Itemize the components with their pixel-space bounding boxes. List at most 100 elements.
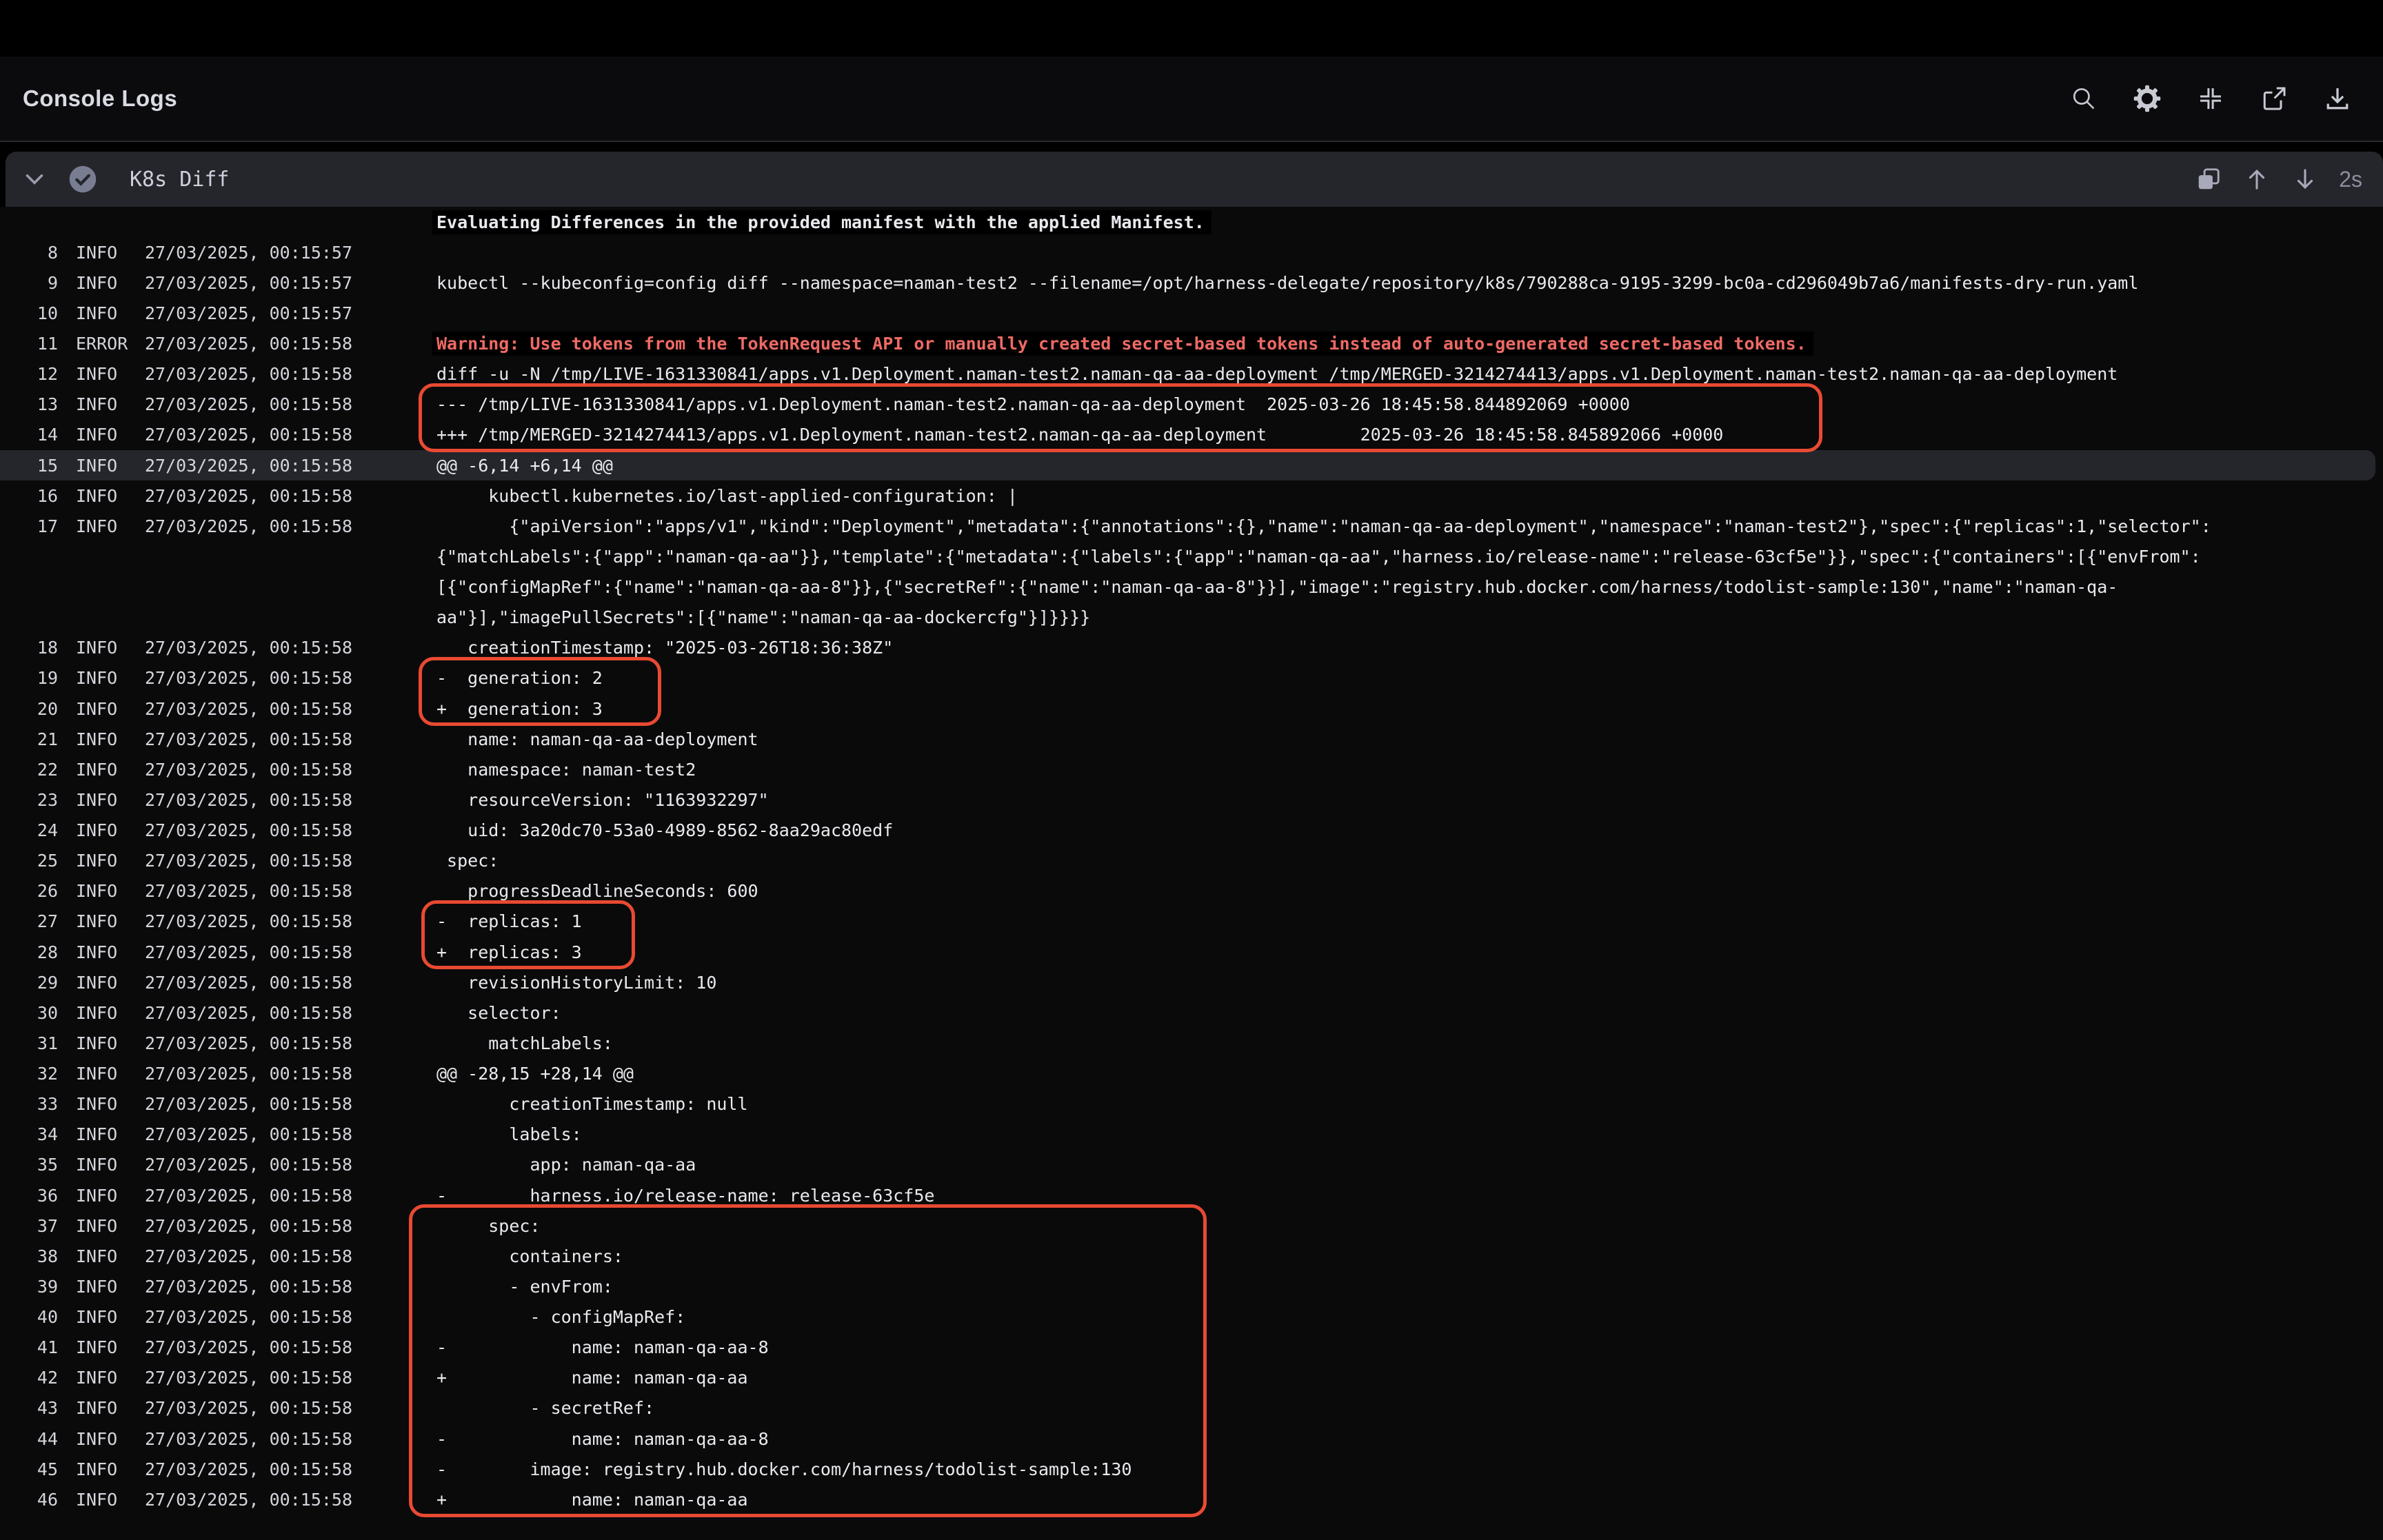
- log-level: INFO: [76, 1429, 145, 1449]
- log-row[interactable]: 46INFO27/03/2025, 00:15:58+ name: naman-…: [0, 1484, 2383, 1514]
- log-level: INFO: [76, 820, 145, 840]
- log-row[interactable]: aa"}],"imagePullSecrets":[{"name":"naman…: [0, 602, 2383, 633]
- log-line-number: 18: [0, 638, 58, 658]
- log-level: INFO: [76, 516, 145, 536]
- log-row[interactable]: 31INFO27/03/2025, 00:15:58 matchLabels:: [0, 1028, 2383, 1058]
- log-row[interactable]: 20INFO27/03/2025, 00:15:58+ generation: …: [0, 693, 2383, 724]
- log-row[interactable]: 25INFO27/03/2025, 00:15:58 spec:: [0, 846, 2383, 876]
- log-row[interactable]: 33INFO27/03/2025, 00:15:58 creationTimes…: [0, 1089, 2383, 1119]
- log-row[interactable]: 12INFO27/03/2025, 00:15:58diff -u -N /tm…: [0, 359, 2383, 389]
- log-timestamp: 27/03/2025, 00:15:58: [145, 1337, 436, 1357]
- log-message: - configMapRef:: [436, 1307, 685, 1327]
- log-row[interactable]: 34INFO27/03/2025, 00:15:58 labels:: [0, 1119, 2383, 1150]
- log-line-number: 38: [0, 1246, 58, 1266]
- log-row[interactable]: 8INFO27/03/2025, 00:15:57: [0, 237, 2383, 267]
- chevron-down-icon[interactable]: [22, 167, 47, 192]
- download-icon[interactable]: [2322, 83, 2353, 114]
- log-viewer[interactable]: Evaluating Differences in the provided m…: [0, 207, 2383, 1540]
- arrow-down-icon[interactable]: [2292, 166, 2318, 192]
- log-timestamp: 27/03/2025, 00:15:58: [145, 729, 436, 749]
- log-row[interactable]: 24INFO27/03/2025, 00:15:58 uid: 3a20dc70…: [0, 815, 2383, 846]
- log-message: resourceVersion: "1163932297": [436, 790, 769, 810]
- log-row[interactable]: 41INFO27/03/2025, 00:15:58- name: naman-…: [0, 1333, 2383, 1363]
- log-row[interactable]: 16INFO27/03/2025, 00:15:58 kubectl.kuber…: [0, 480, 2383, 511]
- log-timestamp: 27/03/2025, 00:15:58: [145, 456, 436, 476]
- log-row[interactable]: 44INFO27/03/2025, 00:15:58- name: naman-…: [0, 1424, 2383, 1454]
- log-timestamp: 27/03/2025, 00:15:58: [145, 1246, 436, 1266]
- log-row[interactable]: 28INFO27/03/2025, 00:15:58+ replicas: 3: [0, 937, 2383, 967]
- log-row[interactable]: 38INFO27/03/2025, 00:15:58 containers:: [0, 1241, 2383, 1271]
- log-message: + name: naman-qa-aa: [436, 1490, 748, 1510]
- log-message: --- /tmp/LIVE-1631330841/apps.v1.Deploym…: [436, 394, 1630, 414]
- log-row[interactable]: Evaluating Differences in the provided m…: [0, 207, 2383, 237]
- log-level: INFO: [76, 699, 145, 719]
- console-logs-screen: Console Logs: [0, 0, 2383, 1540]
- log-timestamp: 27/03/2025, 00:15:58: [145, 1307, 436, 1327]
- log-timestamp: 27/03/2025, 00:15:58: [145, 1003, 436, 1023]
- open-in-new-icon[interactable]: [2259, 83, 2289, 114]
- log-line-number: 46: [0, 1490, 58, 1510]
- log-message: +++ /tmp/MERGED-3214274413/apps.v1.Deplo…: [436, 425, 1723, 445]
- log-timestamp: 27/03/2025, 00:15:58: [145, 1398, 436, 1418]
- log-row[interactable]: 36INFO27/03/2025, 00:15:58- harness.io/r…: [0, 1180, 2383, 1210]
- log-row[interactable]: 22INFO27/03/2025, 00:15:58 namespace: na…: [0, 754, 2383, 784]
- log-row[interactable]: 17INFO27/03/2025, 00:15:58 {"apiVersion"…: [0, 511, 2383, 541]
- log-level: INFO: [76, 790, 145, 810]
- arrow-up-icon[interactable]: [2244, 166, 2270, 192]
- log-level: INFO: [76, 303, 145, 323]
- log-message: @@ -28,15 +28,14 @@: [436, 1064, 634, 1084]
- log-row[interactable]: 27INFO27/03/2025, 00:15:58- replicas: 1: [0, 906, 2383, 937]
- log-row[interactable]: 42INFO27/03/2025, 00:15:58+ name: naman-…: [0, 1363, 2383, 1393]
- log-row[interactable]: 32INFO27/03/2025, 00:15:58@@ -28,15 +28,…: [0, 1059, 2383, 1089]
- window-top-strip: [0, 0, 2383, 57]
- log-row[interactable]: 35INFO27/03/2025, 00:15:58 app: naman-qa…: [0, 1150, 2383, 1180]
- log-row[interactable]: 30INFO27/03/2025, 00:15:58 selector:: [0, 997, 2383, 1028]
- log-row[interactable]: 13INFO27/03/2025, 00:15:58--- /tmp/LIVE-…: [0, 389, 2383, 420]
- log-row[interactable]: 37INFO27/03/2025, 00:15:58 spec:: [0, 1210, 2383, 1241]
- log-row[interactable]: 29INFO27/03/2025, 00:15:58 revisionHisto…: [0, 967, 2383, 997]
- log-row[interactable]: 39INFO27/03/2025, 00:15:58 - envFrom:: [0, 1271, 2383, 1301]
- log-row[interactable]: 11ERROR27/03/2025, 00:15:58Warning: Use …: [0, 329, 2383, 359]
- log-line-number: 39: [0, 1277, 58, 1297]
- log-line-number: 29: [0, 973, 58, 993]
- log-line-number: 45: [0, 1459, 58, 1479]
- log-line-number: 9: [0, 273, 58, 293]
- log-row[interactable]: 10INFO27/03/2025, 00:15:57: [0, 298, 2383, 328]
- gear-icon[interactable]: [2132, 83, 2162, 114]
- log-row[interactable]: {"matchLabels":{"app":"naman-qa-aa"}},"t…: [0, 541, 2383, 571]
- copy-icon[interactable]: [2195, 166, 2222, 192]
- log-message: - generation: 2: [436, 668, 603, 688]
- log-row[interactable]: 40INFO27/03/2025, 00:15:58 - configMapRe…: [0, 1302, 2383, 1333]
- log-row[interactable]: 23INFO27/03/2025, 00:15:58 resourceVersi…: [0, 784, 2383, 815]
- log-timestamp: 27/03/2025, 00:15:58: [145, 1459, 436, 1479]
- log-row[interactable]: 15INFO27/03/2025, 00:15:58@@ -6,14 +6,14…: [0, 450, 2375, 480]
- log-message: - image: registry.hub.docker.com/harness…: [436, 1459, 1132, 1479]
- log-row[interactable]: 45INFO27/03/2025, 00:15:58- image: regis…: [0, 1454, 2383, 1484]
- log-line-number: 34: [0, 1124, 58, 1144]
- log-level: ERROR: [76, 334, 145, 354]
- log-row[interactable]: 9INFO27/03/2025, 00:15:57kubectl --kubec…: [0, 267, 2383, 298]
- search-icon[interactable]: [2069, 83, 2099, 114]
- log-level: INFO: [76, 1398, 145, 1418]
- log-message: progressDeadlineSeconds: 600: [436, 881, 758, 901]
- log-row[interactable]: 43INFO27/03/2025, 00:15:58 - secretRef:: [0, 1393, 2383, 1424]
- log-row[interactable]: 14INFO27/03/2025, 00:15:58+++ /tmp/MERGE…: [0, 420, 2383, 450]
- log-message: Warning: Use tokens from the TokenReques…: [432, 332, 1813, 356]
- log-row[interactable]: [{"configMapRef":{"name":"naman-qa-aa-8"…: [0, 572, 2383, 602]
- log-row[interactable]: 21INFO27/03/2025, 00:15:58 name: naman-q…: [0, 724, 2383, 754]
- log-line-number: 26: [0, 881, 58, 901]
- log-message: @@ -6,14 +6,14 @@: [436, 456, 613, 476]
- log-line-number: 44: [0, 1429, 58, 1449]
- k8s-diff-step-bar[interactable]: K8s Diff 2s: [6, 152, 2383, 207]
- log-row[interactable]: 18INFO27/03/2025, 00:15:58 creationTimes…: [0, 633, 2383, 663]
- log-line-number: 28: [0, 942, 58, 962]
- log-row[interactable]: 19INFO27/03/2025, 00:15:58- generation: …: [0, 663, 2383, 693]
- log-message: - name: naman-qa-aa-8: [436, 1337, 769, 1357]
- log-level: INFO: [76, 1124, 145, 1144]
- collapse-icon[interactable]: [2195, 83, 2226, 114]
- log-level: INFO: [76, 243, 145, 263]
- log-level: INFO: [76, 911, 145, 931]
- log-row[interactable]: 26INFO27/03/2025, 00:15:58 progressDeadl…: [0, 876, 2383, 906]
- log-timestamp: 27/03/2025, 00:15:58: [145, 1490, 436, 1510]
- log-timestamp: 27/03/2025, 00:15:58: [145, 851, 436, 871]
